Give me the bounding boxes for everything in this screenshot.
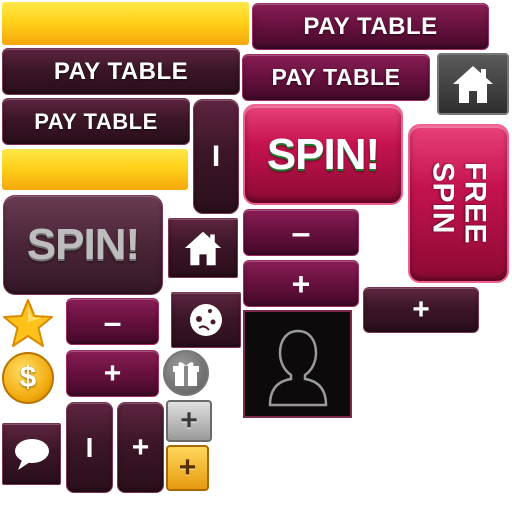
free-spin-text: FREE SPIN	[426, 162, 492, 245]
plus-symbol: +	[412, 293, 430, 326]
bar-button-tall[interactable]: I	[193, 99, 239, 214]
spin-label: SPIN!	[266, 129, 380, 179]
plus-button-magenta[interactable]: +	[243, 260, 359, 307]
spin-button-dark[interactable]: SPIN!	[3, 195, 163, 295]
bar-button-bottom[interactable]: I	[66, 402, 113, 493]
plus-symbol: +	[178, 451, 197, 484]
chat-icon	[14, 439, 49, 470]
settings-face-button[interactable]	[171, 292, 241, 348]
user-avatar-icon	[268, 329, 327, 407]
coin-icon: $	[2, 352, 54, 404]
gold-bar-top	[2, 2, 249, 45]
home-button-maroon[interactable]	[168, 218, 238, 278]
plus-button-grey[interactable]: +	[166, 400, 212, 442]
free-spin-line1: FREE	[458, 162, 492, 245]
minus-button-magenta[interactable]: –	[243, 209, 359, 256]
plus-symbol: +	[131, 430, 150, 464]
minus-button-left[interactable]: –	[66, 298, 159, 345]
free-spin-line2: SPIN	[426, 162, 460, 235]
spin-label-disabled: SPIN!	[26, 220, 140, 269]
pay-table-label: PAY TABLE	[303, 12, 438, 40]
bar-symbol: I	[85, 431, 94, 463]
pay-table-label: PAY TABLE	[34, 108, 158, 134]
gift-button[interactable]	[163, 350, 209, 396]
plus-button-tall[interactable]: +	[117, 402, 164, 493]
home-icon	[184, 231, 222, 266]
coin-symbol: $	[19, 361, 37, 394]
user-avatar[interactable]	[243, 310, 352, 418]
pay-table-label: PAY TABLE	[271, 64, 401, 90]
pay-table-button-magenta[interactable]: PAY TABLE	[252, 3, 489, 50]
spin-button-red[interactable]: SPIN!	[243, 104, 403, 205]
minus-symbol: –	[103, 303, 122, 340]
plus-symbol: +	[103, 356, 122, 390]
gift-icon	[173, 362, 199, 386]
pay-table-label: PAY TABLE	[53, 57, 189, 85]
plus-button-gold[interactable]: +	[166, 445, 209, 491]
chat-button[interactable]	[2, 423, 61, 485]
home-icon	[453, 66, 493, 103]
pay-table-button-dark-small[interactable]: PAY TABLE	[2, 98, 190, 145]
home-button-grey[interactable]	[437, 53, 509, 115]
sprite-sheet: PAY TABLE PAY TABLE PAY TABLE PAY TABLE …	[0, 0, 512, 512]
plus-button-left[interactable]: +	[66, 350, 159, 397]
gold-bar-second	[2, 149, 188, 190]
minus-symbol: –	[291, 213, 311, 252]
free-spin-button[interactable]: FREE SPIN	[408, 124, 509, 283]
settings-face-icon	[190, 304, 222, 336]
pay-table-button-dark-large[interactable]: PAY TABLE	[2, 48, 240, 95]
plus-symbol: +	[291, 265, 311, 302]
plus-symbol: +	[180, 404, 198, 437]
plus-button-dark[interactable]: +	[363, 287, 479, 333]
bar-symbol: I	[211, 139, 221, 173]
star-icon	[2, 298, 54, 350]
pay-table-button-magenta-2[interactable]: PAY TABLE	[242, 54, 430, 101]
